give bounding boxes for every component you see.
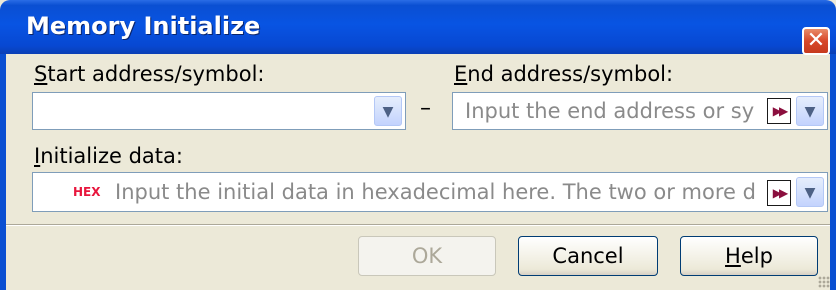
- fast-forward-icon[interactable]: ▶▶: [767, 180, 791, 206]
- start-address-accel: S: [34, 62, 48, 86]
- divider: [6, 224, 830, 226]
- end-address-field[interactable]: Input the end address or sy ▶▶ ▼: [452, 92, 828, 130]
- help-button[interactable]: Help: [680, 236, 818, 276]
- end-address-accel: E: [454, 62, 468, 86]
- initialize-data-label-text: nitialize data:: [40, 144, 183, 168]
- fast-forward-icon[interactable]: ▶▶: [767, 98, 791, 124]
- help-label: elp: [740, 244, 773, 268]
- end-address-label: End address/symbol:: [454, 62, 673, 86]
- close-icon: ✕: [806, 28, 826, 53]
- chevron-down-icon[interactable]: ▼: [796, 96, 824, 126]
- title-bar[interactable]: Memory Initialize ✕: [0, 0, 836, 55]
- memory-initialize-dialog: Memory Initialize ✕ Start address/symbol…: [0, 0, 836, 290]
- end-address-placeholder: Input the end address or sy: [465, 99, 755, 123]
- initialize-data-placeholder: Input the initial data in hexadecimal he…: [115, 180, 757, 204]
- start-address-label: Start address/symbol:: [34, 62, 264, 86]
- hex-badge: HEX: [73, 185, 101, 199]
- help-accel: H: [725, 244, 741, 268]
- chevron-down-icon[interactable]: ▼: [796, 177, 824, 207]
- initialize-data-field[interactable]: HEX Input the initial data in hexadecima…: [32, 172, 828, 212]
- window-title: Memory Initialize: [26, 12, 261, 40]
- start-address-label-text: tart address/symbol:: [47, 62, 265, 86]
- end-address-label-text: nd address/symbol:: [467, 62, 674, 86]
- cancel-button[interactable]: Cancel: [518, 236, 658, 276]
- close-button[interactable]: ✕: [802, 27, 830, 55]
- range-separator: –: [420, 96, 431, 121]
- ok-button[interactable]: OK: [358, 236, 496, 276]
- resize-grip-icon[interactable]: [818, 276, 830, 288]
- start-address-field[interactable]: ▼: [32, 92, 406, 130]
- chevron-down-icon[interactable]: ▼: [374, 96, 402, 126]
- initialize-data-label: Initialize data:: [34, 144, 183, 168]
